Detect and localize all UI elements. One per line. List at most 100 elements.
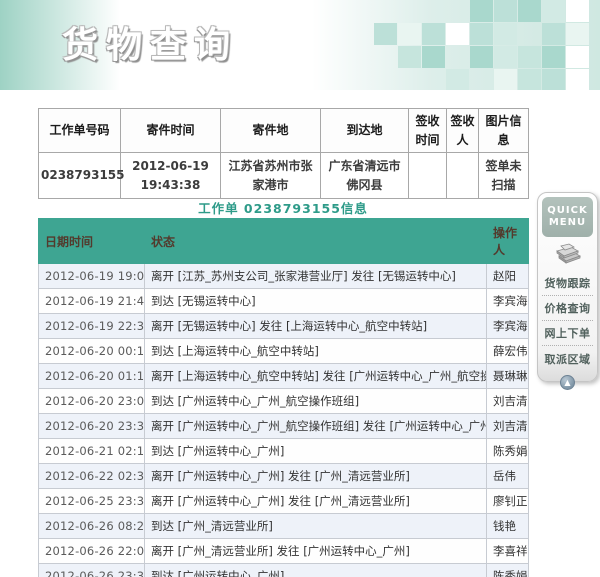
mosaic-square (542, 69, 565, 90)
tracking-history-table: 日期时间 状态 操作人 2012-06-19 19:07:05离开 [江苏_苏州… (38, 218, 529, 577)
mosaic-square (542, 23, 565, 45)
mosaic-square (542, 46, 565, 68)
tracking-status-cell: 到达 [上海运转中心_航空中转站] (144, 338, 487, 364)
tracking-operator-cell: 陈秀娟 (486, 438, 529, 464)
quick-menu-keypad-icon (542, 237, 593, 271)
mosaic-square (518, 69, 541, 90)
header-destination: 到达地 (320, 107, 409, 154)
tracking-row: 2012-06-21 02:14:46到达 [广州运转中心_广州]陈秀娟 (38, 438, 529, 464)
tracking-row: 2012-06-25 23:36:29离开 [广州运转中心_广州] 发往 [广州… (38, 488, 529, 514)
mosaic-square (446, 23, 469, 45)
tracking-date-cell: 2012-06-20 23:30:00 (38, 413, 145, 439)
tracking-operator-cell: 赵阳 (486, 263, 529, 289)
tracking-date-cell: 2012-06-19 21:43:37 (38, 288, 145, 314)
tracking-status-cell: 离开 [无锡运转中心] 发往 [上海运转中心_航空中转站] (144, 313, 487, 339)
mosaic-square (470, 23, 493, 45)
tracking-row: 2012-06-20 23:30:00离开 [广州运转中心_广州_航空操作班组]… (38, 413, 529, 439)
quick-menu-panel: QUICK MENU 货物跟踪 价格查询 网上下单 取派区域 ▲ (537, 192, 598, 390)
header-order-no: 工作单号码 (38, 107, 121, 154)
tracking-status-cell: 离开 [广州_清远营业所] 发往 [广州运转中心_广州] (144, 538, 487, 564)
quick-menu-title: QUICK MENU (542, 197, 593, 237)
header-signer: 签收人 (446, 107, 479, 154)
tracking-operator-cell: 李宾海 (486, 288, 529, 314)
mosaic-square (398, 23, 421, 45)
mosaic-square (374, 23, 397, 45)
quick-menu-items: 货物跟踪 价格查询 网上下单 取派区域 (542, 271, 593, 371)
quick-menu-item-2[interactable]: 网上下单 (542, 321, 593, 346)
tracking-header-row: 日期时间 状态 操作人 (38, 218, 529, 264)
header-operator: 操作人 (486, 218, 529, 264)
order-summary-table: 工作单号码 寄件时间 寄件地 到达地 签收时间 签收人 图片信息 0238793… (38, 107, 529, 200)
destination-value: 广东省清远市佛冈县 (320, 152, 409, 200)
mosaic-square (494, 46, 517, 68)
mosaic-square (446, 69, 469, 90)
sign-time-value (408, 152, 447, 200)
tracking-operator-cell: 廖钊正 (486, 488, 529, 514)
tracking-row: 2012-06-20 00:16:52到达 [上海运转中心_航空中转站]薛宏伟 (38, 338, 529, 364)
order-no-value: 0238793155 (38, 152, 125, 200)
tracking-operator-cell: 李喜祥 (486, 538, 529, 564)
tracking-operator-cell: 陈秀娟 (486, 563, 529, 577)
header-status: 状态 (144, 218, 487, 264)
mosaic-square (566, 23, 589, 45)
tracking-date-cell: 2012-06-20 00:16:52 (38, 338, 145, 364)
tracking-date-cell: 2012-06-26 08:25:24 (38, 513, 145, 539)
page-banner: 货物查询 (0, 0, 600, 90)
tracking-row: 2012-06-20 23:00:00到达 [广州运转中心_广州_航空操作班组]… (38, 388, 529, 414)
tracking-date-cell: 2012-06-20 23:00:00 (38, 388, 145, 414)
tracking-row: 2012-06-19 21:43:37到达 [无锡运转中心]李宾海 (38, 288, 529, 314)
tracking-status-cell: 到达 [无锡运转中心] (144, 288, 487, 314)
header-send-time: 寄件时间 (120, 107, 221, 154)
tracking-row: 2012-06-20 01:17:47离开 [上海运转中心_航空中转站] 发往 … (38, 363, 529, 389)
mosaic-square (518, 0, 541, 22)
quick-menu-title-line2: MENU (548, 217, 587, 228)
header-sign-time: 签收时间 (408, 107, 447, 154)
tracking-row: 2012-06-26 23:37:00到达 [广州运转中心_广州]陈秀娟 (38, 563, 529, 577)
origin-value: 江苏省苏州市张家港市 (220, 152, 321, 200)
mosaic-square (470, 46, 493, 68)
tracking-operator-cell: 刘吉清 (486, 388, 529, 414)
mosaic-square (518, 46, 541, 68)
header-datetime: 日期时间 (38, 218, 145, 264)
mosaic-square (494, 69, 517, 90)
mosaic-square (566, 46, 589, 68)
tracking-status-cell: 离开 [广州运转中心_广州] 发往 [广州_清远营业所] (144, 488, 487, 514)
tracking-date-cell: 2012-06-20 01:17:47 (38, 363, 145, 389)
quick-menu-item-3[interactable]: 取派区域 (542, 346, 593, 371)
tracking-date-cell: 2012-06-22 02:33:37 (38, 463, 145, 489)
page-title: 货物查询 (62, 25, 239, 66)
mosaic-square (494, 0, 517, 22)
mosaic-square (542, 0, 565, 22)
tracking-row: 2012-06-22 02:33:37离开 [广州运转中心_广州] 发往 [广州… (38, 463, 529, 489)
tracking-operator-cell: 钱艳 (486, 513, 529, 539)
order-info-title: 工作单 0238793155信息 (198, 201, 368, 216)
keypad-icon (555, 243, 581, 264)
image-info-value: 签单未扫描 (478, 152, 529, 200)
header-image-info: 图片信息 (478, 107, 529, 154)
banner-mosaic-decoration (350, 0, 600, 90)
quick-menu-item-0[interactable]: 货物跟踪 (542, 271, 593, 296)
mosaic-square (566, 0, 589, 22)
mosaic-square (398, 46, 421, 68)
tracking-operator-cell: 薛宏伟 (486, 338, 529, 364)
tracking-date-cell: 2012-06-21 02:14:46 (38, 438, 145, 464)
tracking-operator-cell: 李宾海 (486, 313, 529, 339)
quick-menu-title-line1: QUICK (547, 205, 588, 216)
tracking-operator-cell: 聂琳琳 (486, 363, 529, 389)
tracking-row: 2012-06-26 08:25:24到达 [广州_清远营业所]钱艳 (38, 513, 529, 539)
tracking-status-cell: 到达 [广州运转中心_广州_航空操作班组] (144, 388, 487, 414)
tracking-operator-cell: 刘吉清 (486, 413, 529, 439)
tracking-date-cell: 2012-06-26 22:02:19 (38, 538, 145, 564)
mosaic-square (494, 23, 517, 45)
mosaic-square (566, 69, 589, 90)
tracking-date-cell: 2012-06-26 23:37:00 (38, 563, 145, 577)
mosaic-square (422, 23, 445, 45)
tracking-status-cell: 到达 [广州运转中心_广州] (144, 563, 487, 577)
tracking-date-cell: 2012-06-19 22:32:17 (38, 313, 145, 339)
quick-menu-item-1[interactable]: 价格查询 (542, 296, 593, 321)
signer-value (446, 152, 479, 200)
scroll-top-button[interactable]: ▲ (560, 374, 575, 390)
tracking-operator-cell: 岳伟 (486, 463, 529, 489)
tracking-date-cell: 2012-06-19 19:07:05 (38, 263, 145, 289)
tracking-status-cell: 到达 [广州运转中心_广州] (144, 438, 487, 464)
